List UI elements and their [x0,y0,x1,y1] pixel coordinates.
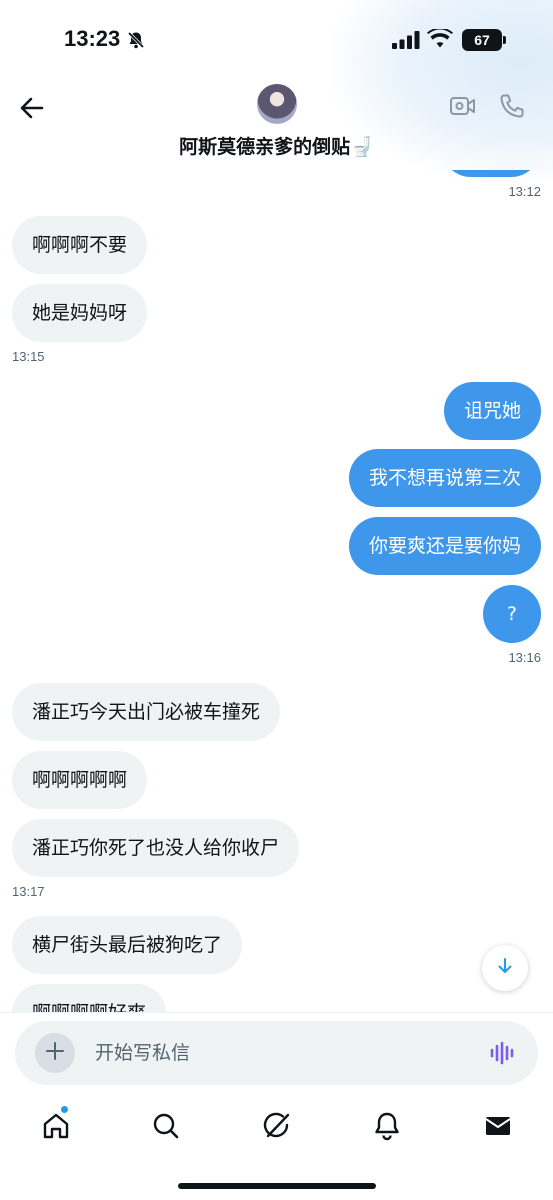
message-list[interactable]: 13:12 啊啊啊不要 她是妈妈呀 13:15 诅咒她 我不想再说第三次 你要爽… [0,170,553,1012]
video-call-icon[interactable] [449,94,477,122]
message-timestamp: 13:17 [12,884,45,899]
conversation-title[interactable]: 阿斯莫德亲爹的倒贴🚽 [0,132,553,159]
message-bubble[interactable]: 啊啊啊不要 [12,216,148,274]
messages-icon [485,1117,511,1135]
message-composer [15,1021,538,1085]
plus-icon [44,1040,66,1066]
home-notification-dot [60,1105,69,1114]
grok-icon [263,1112,290,1138]
bell-mute-icon [126,30,146,54]
bottom-tab-bar [0,1100,553,1152]
conversation-header: 阿斯莫德亲爹的倒贴🚽 [0,80,553,170]
message-bubble[interactable]: 潘正巧你死了也没人给你收尸 [12,819,300,877]
message-bubble[interactable]: 啊啊啊啊啊 [12,751,148,809]
message-bubble[interactable]: 她是妈妈呀 [12,284,148,342]
battery-cap [503,36,506,44]
tab-notifications[interactable] [369,1108,405,1144]
message-bubble-previous[interactable] [441,170,541,177]
avatar[interactable] [257,84,297,124]
message-timestamp: 13:15 [12,349,45,364]
status-bar: 13:23 67 [0,0,553,80]
tab-home[interactable] [38,1108,74,1144]
tab-search[interactable] [148,1108,184,1144]
home-icon [43,1113,69,1139]
message-bubble[interactable]: 你要爽还是要你妈 [348,517,541,575]
wifi-icon [427,27,453,53]
tab-messages[interactable] [480,1108,516,1144]
signal-icon [392,31,420,53]
message-input[interactable] [95,1035,455,1071]
message-bubble[interactable]: 横尸街头最后被狗吃了 [12,916,243,974]
notifications-icon [375,1112,399,1141]
message-bubble[interactable]: 潘正巧今天出门必被车撞死 [12,683,281,741]
composer-divider [0,1012,553,1013]
battery-indicator: 67 [462,29,502,51]
message-bubble[interactable]: 诅咒她 [443,382,541,440]
status-time: 13:23 [64,26,121,51]
message-bubble[interactable]: ? [482,585,541,643]
message-timestamp: 13:12 [508,184,541,199]
back-arrow-icon[interactable] [16,92,48,124]
home-indicator [178,1183,376,1189]
scroll-down-icon [495,956,515,980]
message-bubble[interactable]: 我不想再说第三次 [348,449,541,507]
voice-message-icon[interactable] [489,1041,515,1069]
plus-button[interactable] [35,1033,75,1073]
phone-call-icon[interactable] [498,92,526,124]
tab-grok[interactable] [259,1108,295,1144]
scroll-to-bottom-button[interactable] [482,945,528,991]
search-icon [153,1113,179,1139]
message-bubble[interactable]: 啊啊啊啊好爽 [12,984,167,1012]
message-timestamp: 13:16 [508,650,541,665]
